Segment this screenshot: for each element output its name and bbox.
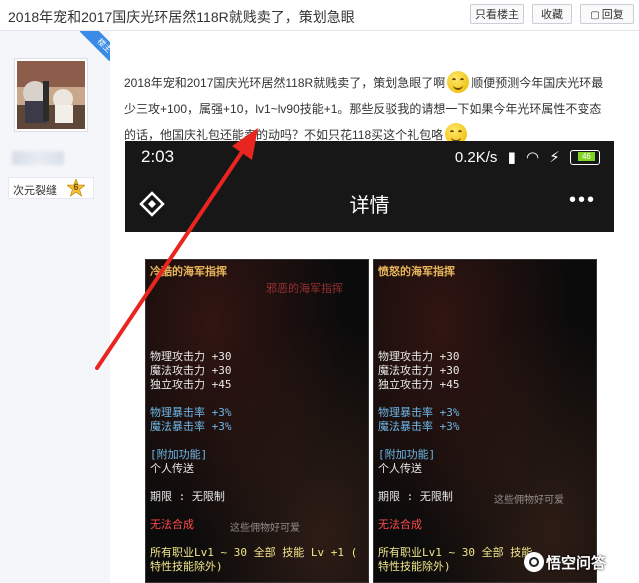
phone-time: 2:03 bbox=[141, 147, 175, 166]
username[interactable]: 次元裂缝 bbox=[13, 182, 57, 198]
no-craft-line: 无法合成 bbox=[378, 518, 422, 531]
level-badge: 6 bbox=[65, 177, 87, 198]
user-info-row: 次元裂缝 6 bbox=[8, 177, 94, 199]
stat-line: 独立攻击力 +45 bbox=[150, 378, 232, 391]
ghost-text: 这些佣物好可爱 bbox=[230, 523, 300, 534]
post-body: 2018年宠和2017国庆光环居然118R就贱卖了，策划急眼了啊 顺便预测今年国庆… bbox=[124, 70, 624, 148]
crit-line: 物理暴击率 +3% bbox=[150, 406, 232, 419]
only-op-button[interactable]: 只看楼主 bbox=[470, 4, 524, 24]
item-card: 愤怒的海军指挥 物理攻击力 +30 魔法攻击力 +30 独立攻击力 +45 物理… bbox=[373, 259, 597, 583]
wukong-logo-icon bbox=[524, 552, 544, 572]
item-card: 冷酷的海军指挥 邪恶的海军指挥 物理攻击力 +30 魔法攻击力 +30 独立攻击… bbox=[145, 259, 369, 583]
stat-line: 物理攻击力 +30 bbox=[378, 350, 460, 363]
op-corner-badge: 楼主 bbox=[80, 31, 110, 61]
item-name: 愤怒的海军指挥 bbox=[378, 265, 455, 278]
avatar[interactable] bbox=[14, 58, 88, 132]
charging-icon: ⚡ bbox=[549, 149, 560, 167]
reply-button[interactable]: ▢ 回复 bbox=[580, 4, 634, 24]
stat-line: 独立攻击力 +45 bbox=[378, 378, 460, 391]
function-header: [附加功能] bbox=[150, 448, 208, 461]
level-number: 6 bbox=[73, 182, 79, 192]
expiry-line: 期限 : 无限制 bbox=[150, 490, 225, 503]
ghost-item-name: 邪恶的海军指挥 bbox=[266, 282, 343, 295]
reply-icon: ▢ bbox=[590, 10, 600, 21]
post-line-1b: 顺便预测今年国庆光环最 bbox=[471, 76, 604, 90]
reply-label: 回复 bbox=[601, 9, 624, 21]
skill-line: 特性技能除外) bbox=[150, 560, 223, 573]
signal-icon: ▮ bbox=[507, 149, 516, 167]
stat-line: 魔法攻击力 +30 bbox=[378, 364, 460, 377]
expiry-line: 期限 : 无限制 bbox=[378, 490, 453, 503]
smiley-emoji-icon bbox=[447, 71, 470, 93]
watermark-text: 悟空问答 bbox=[546, 555, 607, 572]
phone-status-bar: 0.2K/s ▮ ◠ ⚡ 46 bbox=[449, 148, 600, 166]
blurred-username bbox=[12, 151, 64, 165]
op-badge-label: 楼主 bbox=[80, 31, 110, 61]
embedded-screenshot: 2:03 0.2K/s ▮ ◠ ⚡ 46 详情 ••• 冷酷的海军指挥 邪恶的海… bbox=[125, 141, 614, 583]
post-line-2: 少三攻+100，属强+10，lv1~lv90技能+1。那些反驳我的请想一下如果今… bbox=[124, 102, 602, 116]
phone-app-header: 2:03 0.2K/s ▮ ◠ ⚡ 46 详情 ••• bbox=[125, 141, 614, 232]
post-line-3: 的话，他国庆礼包还能卖的动吗？不如只花118买这个礼包咯 bbox=[124, 128, 444, 142]
function-header: [附加功能] bbox=[378, 448, 436, 461]
author-panel: 楼主 次元裂缝 6 bbox=[0, 31, 110, 583]
post-line-1: 2018年宠和2017国庆光环居然118R就贱卖了，策划急眼了啊 bbox=[124, 76, 446, 90]
thread-header: 2018年宠和2017国庆光环居然118R就贱卖了，策划急眼 只看楼主 收藏 ▢… bbox=[0, 0, 639, 31]
ghost-text: 这些佣物好可爱 bbox=[494, 495, 564, 506]
crit-line: 魔法暴击率 +3% bbox=[150, 420, 232, 433]
crit-line: 魔法暴击率 +3% bbox=[378, 420, 460, 433]
wifi-icon: ◠ bbox=[526, 149, 540, 167]
stat-line: 魔法攻击力 +30 bbox=[150, 364, 232, 377]
skill-line: 所有职业Lv1 ~ 30 全部 技能 Lv +1 ( bbox=[150, 546, 358, 559]
stat-line: 物理攻击力 +30 bbox=[150, 350, 232, 363]
wukong-watermark: 悟空问答 bbox=[524, 552, 634, 578]
battery-icon: 46 bbox=[570, 149, 600, 165]
function-line: 个人传送 bbox=[378, 462, 422, 475]
thread-title: 2018年宠和2017国庆光环居然118R就贱卖了，策划急眼 bbox=[8, 9, 355, 25]
crit-line: 物理暴击率 +3% bbox=[378, 406, 460, 419]
phone-page-title: 详情 bbox=[349, 195, 390, 217]
function-line: 个人传送 bbox=[150, 462, 194, 475]
more-options-icon: ••• bbox=[568, 189, 596, 211]
item-name: 冷酷的海军指挥 bbox=[150, 265, 227, 278]
network-speed: 0.2K/s bbox=[454, 148, 498, 166]
skill-line: 所有职业Lv1 ~ 30 全部 技能 bbox=[378, 546, 533, 559]
skill-line: 特性技能除外) bbox=[378, 560, 451, 573]
battery-level: 46 bbox=[578, 151, 595, 161]
no-craft-line: 无法合成 bbox=[150, 518, 194, 531]
favorite-button[interactable]: 收藏 bbox=[532, 4, 572, 24]
